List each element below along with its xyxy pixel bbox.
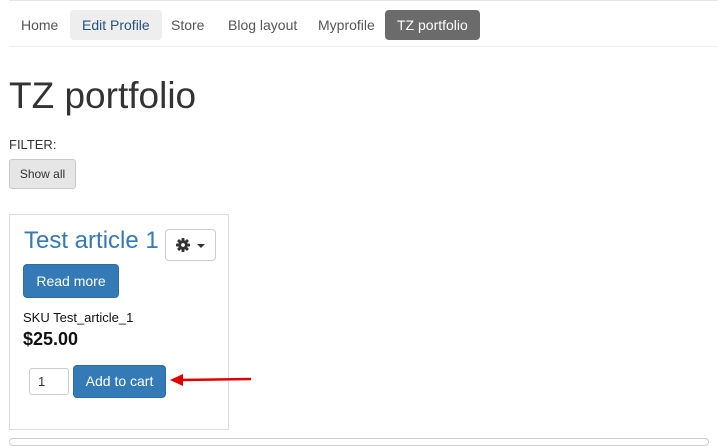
article-options-dropdown[interactable] <box>165 229 216 261</box>
quantity-input[interactable] <box>29 368 69 395</box>
chevron-down-icon <box>197 244 205 248</box>
sku-text: SKU Test_article_1 <box>23 310 134 325</box>
read-more-button[interactable]: Read more <box>23 264 119 298</box>
nav-item-myprofile[interactable]: Myprofile <box>306 10 387 40</box>
annotation-arrow-icon <box>170 374 252 386</box>
add-to-cart-button[interactable]: Add to cart <box>73 365 166 398</box>
article-title-link[interactable]: Test article 1 <box>24 226 159 256</box>
show-all-button[interactable]: Show all <box>9 159 76 189</box>
next-card-edge <box>9 438 709 446</box>
gear-icon <box>176 238 190 252</box>
nav-item-tz-portfolio[interactable]: TZ portfolio <box>385 10 480 40</box>
nav-item-blog-layout[interactable]: Blog layout <box>216 10 309 40</box>
top-navigation: Home Edit Profile Store Blog layout Mypr… <box>9 0 718 47</box>
price: $25.00 <box>23 329 79 349</box>
page-title: TZ portfolio <box>9 75 197 116</box>
article-card: Test article 1 Read more SKU Test_articl… <box>9 214 229 430</box>
nav-item-edit-profile[interactable]: Edit Profile <box>70 10 162 40</box>
nav-item-store[interactable]: Store <box>159 10 216 40</box>
filter-label: FILTER: <box>9 137 57 152</box>
nav-item-home[interactable]: Home <box>9 10 70 40</box>
